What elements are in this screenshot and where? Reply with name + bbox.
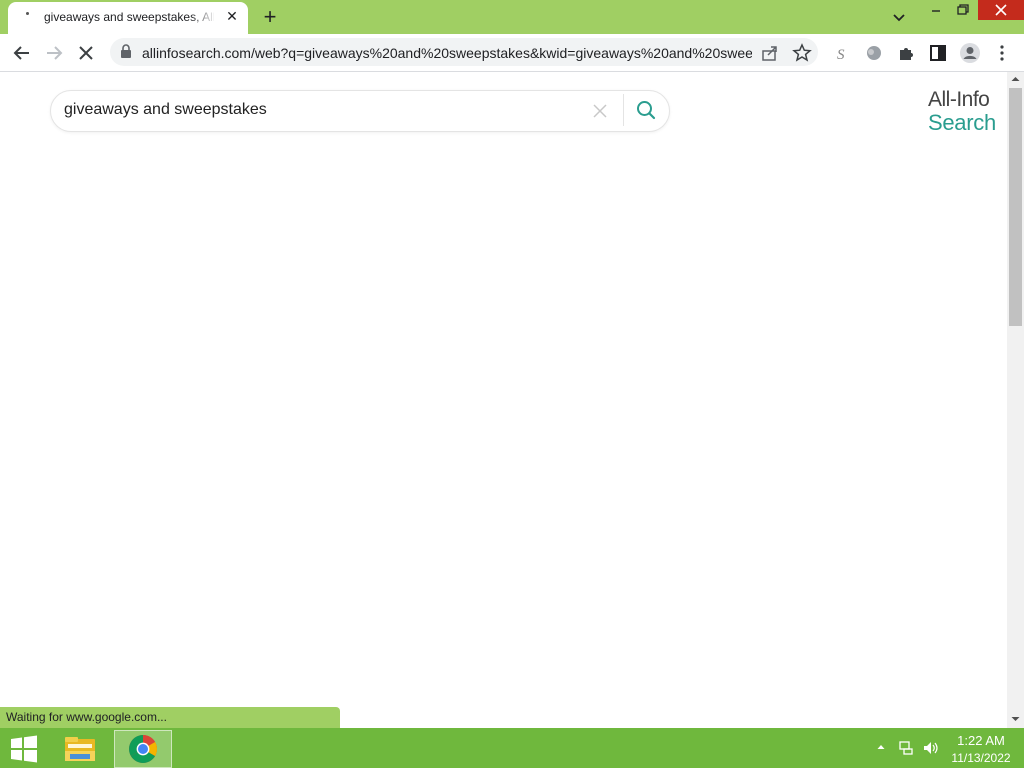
page-viewport	[0, 72, 1007, 728]
logo-line-1[interactable]: All-Info	[928, 88, 990, 112]
share-icon[interactable]	[759, 42, 781, 64]
stop-loading-icon[interactable]	[75, 42, 97, 64]
back-icon[interactable]	[11, 42, 33, 64]
logo-line-2[interactable]: Search	[928, 110, 996, 136]
windows-start-icon[interactable]	[8, 733, 40, 765]
restore-icon[interactable]	[950, 0, 974, 22]
volume-icon[interactable]	[922, 740, 940, 756]
side-panel-icon[interactable]	[927, 42, 949, 64]
clear-search-icon[interactable]	[590, 101, 610, 121]
tab-close-icon[interactable]: ✕	[224, 8, 240, 24]
profile-avatar-icon[interactable]	[959, 42, 981, 64]
scrollbar-thumb[interactable]	[1009, 88, 1022, 326]
tab-title-fade	[190, 8, 216, 26]
scroll-up-icon[interactable]	[1010, 74, 1021, 84]
search-icon[interactable]	[634, 98, 658, 122]
chrome-icon[interactable]	[128, 734, 158, 764]
scroll-down-icon[interactable]	[1010, 714, 1021, 724]
chevron-down-icon[interactable]	[890, 8, 908, 26]
clock-date[interactable]: 11/13/2022	[946, 751, 1016, 765]
file-explorer-icon[interactable]	[62, 732, 98, 766]
new-tab-icon[interactable]: +	[260, 6, 280, 28]
forward-icon[interactable]	[43, 42, 65, 64]
menu-kebab-icon[interactable]	[991, 42, 1013, 64]
tab-loading-icon	[26, 12, 29, 15]
bookmark-star-icon[interactable]	[791, 42, 813, 64]
svg-text:S: S	[837, 47, 845, 63]
network-icon[interactable]	[898, 740, 914, 756]
extension-s-icon[interactable]: S	[831, 42, 853, 64]
tab-title: giveaways and sweepstakes, AllInfoSearch	[44, 10, 214, 24]
clock-time[interactable]: 1:22 AM	[946, 733, 1016, 748]
close-window-icon[interactable]	[978, 0, 1024, 20]
extensions-puzzle-icon[interactable]	[895, 42, 917, 64]
search-input[interactable]: giveaways and sweepstakes	[64, 101, 267, 119]
tray-expand-icon[interactable]	[876, 742, 886, 752]
url-text[interactable]: allinfosearch.com/web?q=giveaways%20and%…	[142, 45, 752, 61]
extension-cloud-icon[interactable]	[863, 42, 885, 64]
minimize-icon[interactable]	[924, 0, 948, 22]
search-divider	[623, 94, 624, 126]
status-text: Waiting for www.google.com...	[6, 710, 167, 724]
lock-icon[interactable]	[120, 44, 132, 58]
